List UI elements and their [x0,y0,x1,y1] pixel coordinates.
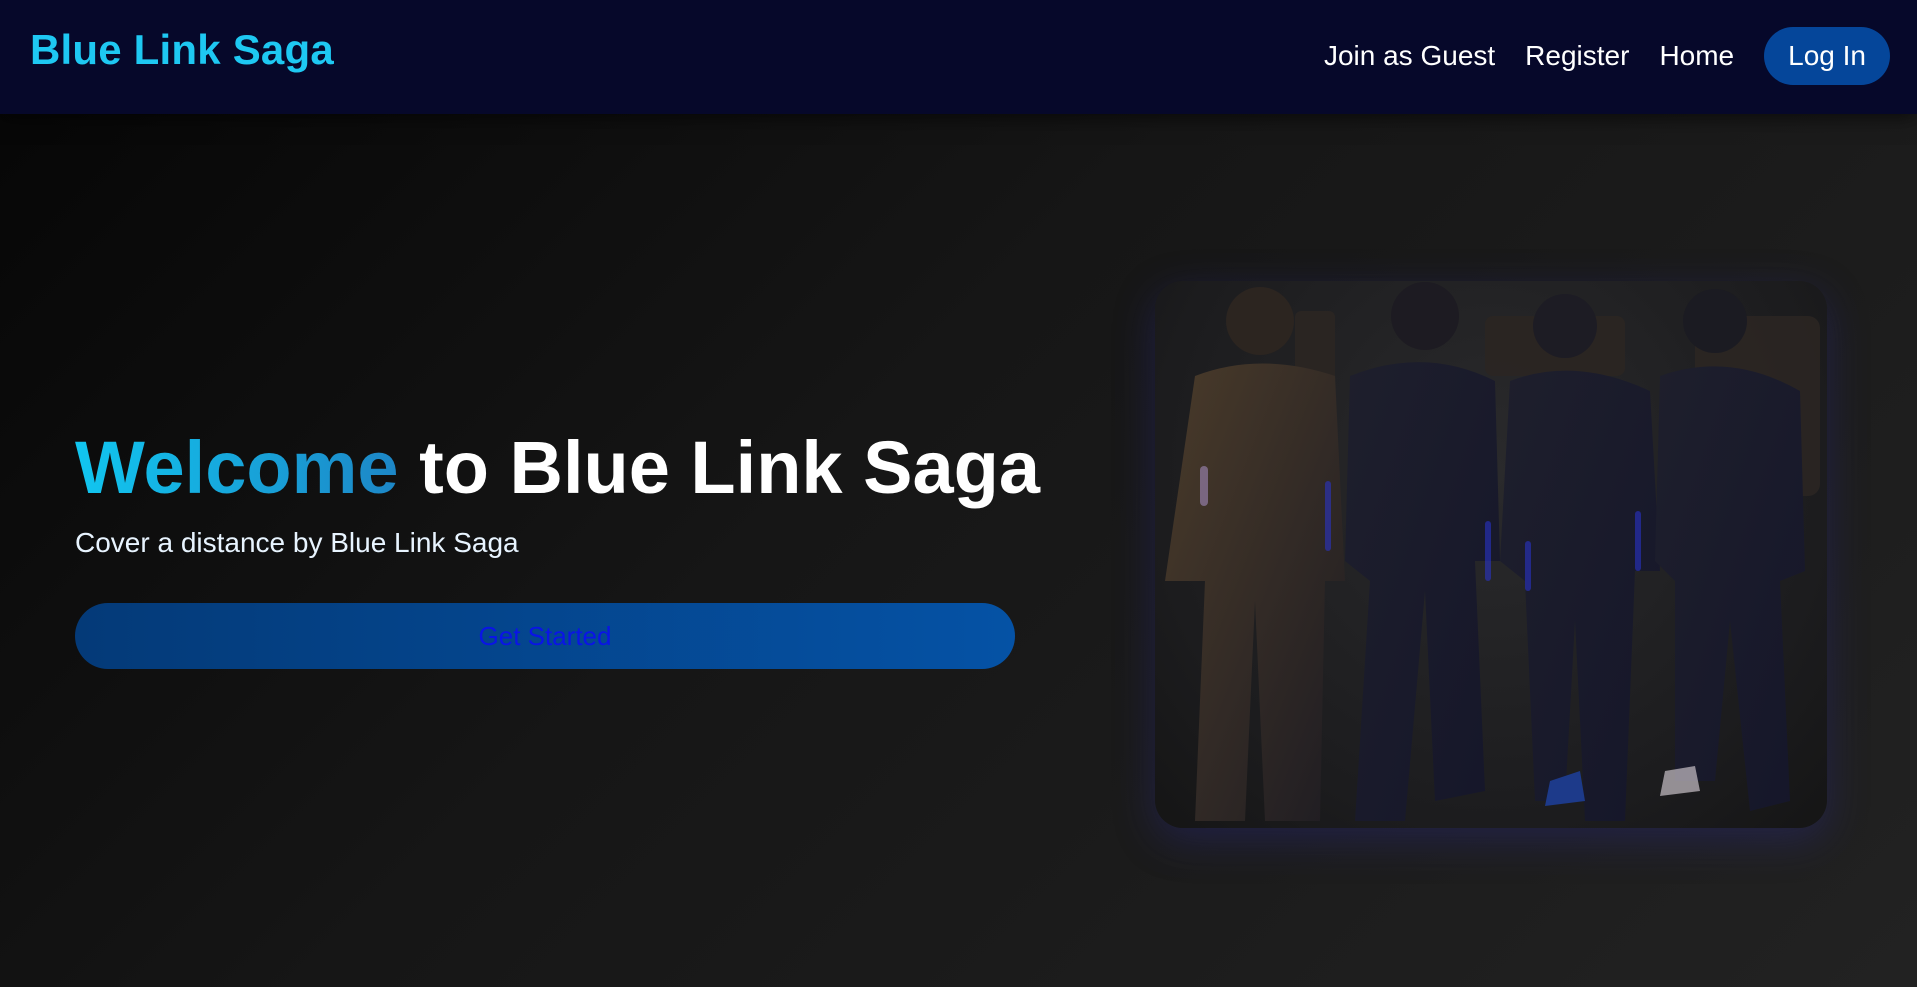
navbar: Blue Link Saga Join as Guest Register Ho… [0,0,1917,114]
hero-group-photo [1155,281,1827,828]
person-2-silhouette [1345,282,1500,821]
hero-title-accent: Welcome [75,426,399,509]
hero-subtitle: Cover a distance by Blue Link Saga [75,527,519,558]
hero-title-rest: to Blue Link Saga [398,426,1040,509]
hero-section: Welcome to Blue Link Saga Cover a distan… [75,420,1040,669]
hero-title: Welcome to Blue Link Saga [75,420,1040,515]
group-silhouette-illustration [1165,282,1820,821]
login-button[interactable]: Log In [1764,27,1890,85]
brand-logo[interactable]: Blue Link Saga [30,26,334,74]
join-as-guest-link[interactable]: Join as Guest [1324,40,1495,72]
get-started-button[interactable]: Get Started [75,603,1015,669]
home-link[interactable]: Home [1659,40,1734,72]
nav-links: Join as Guest Register Home Log In [1324,27,1890,85]
register-link[interactable]: Register [1525,40,1629,72]
